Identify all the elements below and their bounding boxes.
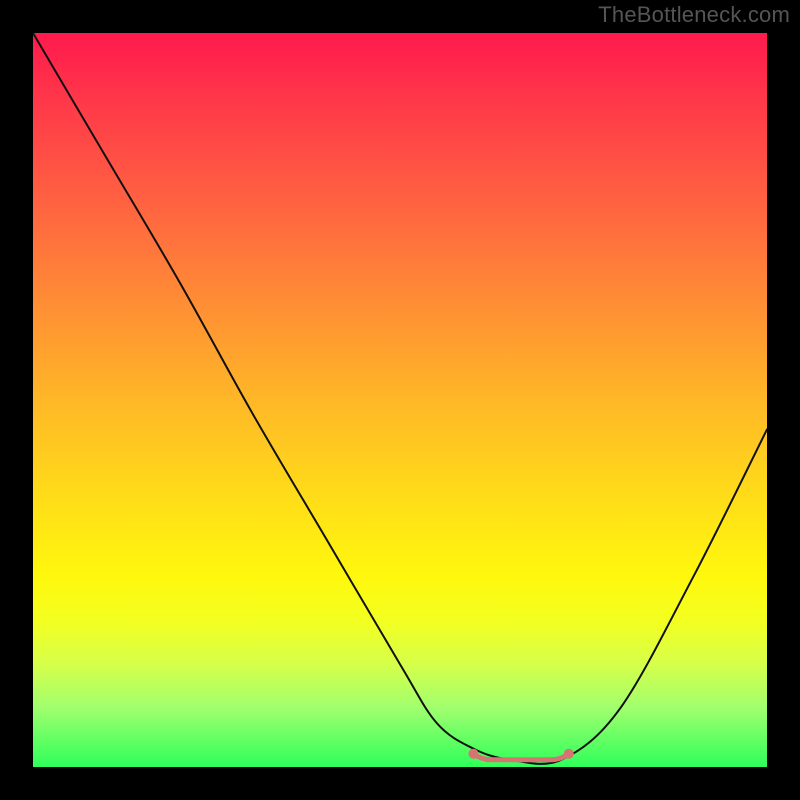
chart-frame: TheBottleneck.com (0, 0, 800, 800)
watermark: TheBottleneck.com (598, 2, 790, 28)
bottleneck-curve (33, 33, 767, 764)
curve-svg (33, 33, 767, 767)
optimal-start-dot (468, 749, 478, 759)
plot-area (33, 33, 767, 767)
optimal-end-dot (564, 749, 574, 759)
